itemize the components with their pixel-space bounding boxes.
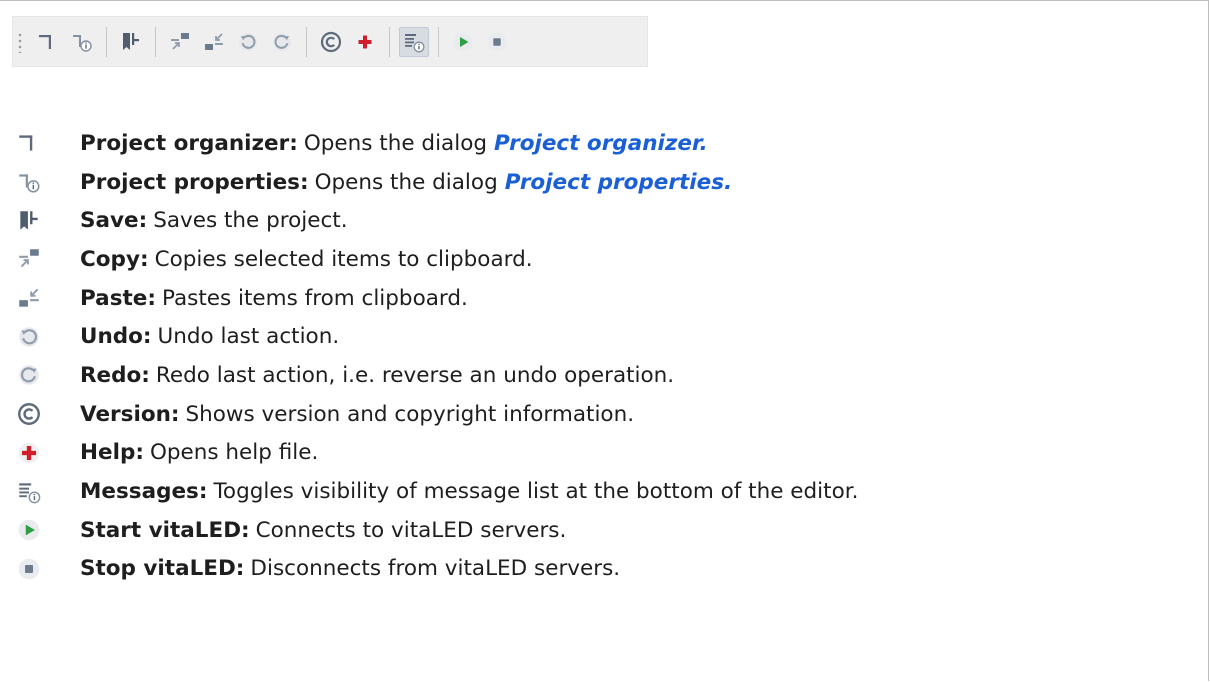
list-item-stop-vitaled: Stop vitaLED: Disconnects from vitaLED s…: [14, 550, 858, 589]
item-description: Pastes items from clipboard.: [161, 285, 468, 311]
save-icon: [119, 30, 143, 54]
item-term: Redo:: [80, 362, 150, 388]
project-properties-icon: [70, 30, 94, 54]
version-icon: [319, 30, 343, 54]
project-organizer-link[interactable]: Project organizer.: [494, 131, 708, 156]
messages-icon: [16, 479, 42, 505]
start-icon: [16, 517, 42, 543]
toolbar: [12, 16, 648, 67]
item-term: Help:: [80, 440, 144, 466]
item-description: Redo last action, i.e. reverse an undo o…: [155, 362, 675, 388]
item-description: Undo last action.: [157, 324, 340, 350]
item-term: Version:: [80, 401, 180, 427]
list-item-copy: Copy: Copies selected items to clipboard…: [14, 240, 858, 279]
stop-vitaled-button[interactable]: [482, 27, 512, 57]
copy-icon: [168, 30, 192, 54]
item-term: Undo:: [80, 324, 152, 350]
save-icon: [16, 208, 42, 234]
toolbar-separator: [155, 26, 156, 57]
toolbar-description-list: Project organizer: Opens the dialog Proj…: [14, 124, 858, 588]
copy-button[interactable]: [165, 27, 195, 57]
list-item-project-properties: Project properties: Opens the dialog Pro…: [14, 163, 858, 202]
list-item-messages: Messages: Toggles visibility of message …: [14, 472, 858, 511]
item-description: Toggles visibility of message list at th…: [213, 479, 859, 505]
undo-icon: [236, 30, 260, 54]
copy-icon: [16, 246, 42, 272]
project-organizer-button[interactable]: [33, 27, 63, 57]
messages-toggle-button[interactable]: [399, 26, 429, 57]
save-button[interactable]: [116, 27, 146, 57]
item-term: Save:: [80, 208, 148, 234]
start-vitaled-button[interactable]: [448, 27, 478, 57]
redo-button[interactable]: [267, 27, 297, 57]
version-icon: [16, 401, 42, 427]
list-item-help: Help: Opens help file.: [14, 434, 858, 473]
stop-icon: [16, 556, 42, 582]
undo-button[interactable]: [233, 27, 263, 57]
project-properties-button[interactable]: [67, 27, 97, 57]
list-item-undo: Undo: Undo last action.: [14, 317, 858, 356]
paste-button[interactable]: [199, 27, 229, 57]
help-button[interactable]: [350, 27, 380, 57]
toolbar-separator: [389, 26, 390, 57]
list-item-paste: Paste: Pastes items from clipboard.: [14, 279, 858, 318]
item-term: Start vitaLED:: [80, 517, 250, 543]
help-icon: [16, 440, 42, 466]
paste-icon: [202, 30, 226, 54]
toolbar-separator: [438, 26, 439, 57]
start-icon: [451, 30, 475, 54]
undo-icon: [16, 324, 42, 350]
version-button[interactable]: [316, 27, 346, 57]
item-description: Shows version and copyright information.: [185, 401, 635, 427]
item-description: Opens the dialog: [314, 169, 498, 195]
messages-icon: [402, 30, 426, 54]
item-description: Saves the project.: [153, 208, 348, 234]
toolbar-separator: [306, 26, 307, 57]
item-description: Connects to vitaLED servers.: [255, 517, 567, 543]
project-properties-icon: [16, 169, 42, 195]
item-term: Copy:: [80, 246, 149, 272]
list-item-project-organizer: Project organizer: Opens the dialog Proj…: [14, 124, 858, 163]
list-item-version: Version: Shows version and copyright inf…: [14, 395, 858, 434]
item-description: Copies selected items to clipboard.: [154, 246, 533, 272]
item-description: Opens the dialog: [303, 130, 487, 156]
list-item-redo: Redo: Redo last action, i.e. reverse an …: [14, 356, 858, 395]
item-term: Project organizer:: [80, 130, 298, 156]
paste-icon: [16, 285, 42, 311]
project-organizer-icon: [36, 30, 60, 54]
redo-icon: [270, 30, 294, 54]
item-term: Project properties:: [80, 169, 309, 195]
toolbar-grip-handle[interactable]: [17, 30, 23, 53]
item-description: Opens help file.: [149, 440, 319, 466]
item-term: Paste:: [80, 285, 156, 311]
item-description: Disconnects from vitaLED servers.: [250, 556, 621, 582]
help-icon: [353, 30, 377, 54]
item-term: Messages:: [80, 479, 208, 505]
item-term: Stop vitaLED:: [80, 556, 245, 582]
project-organizer-icon: [16, 130, 42, 156]
stop-icon: [485, 30, 509, 54]
list-item-start-vitaled: Start vitaLED: Connects to vitaLED serve…: [14, 511, 858, 550]
toolbar-separator: [106, 26, 107, 57]
redo-icon: [16, 362, 42, 388]
project-properties-link[interactable]: Project properties.: [505, 170, 732, 195]
list-item-save: Save: Saves the project.: [14, 201, 858, 240]
